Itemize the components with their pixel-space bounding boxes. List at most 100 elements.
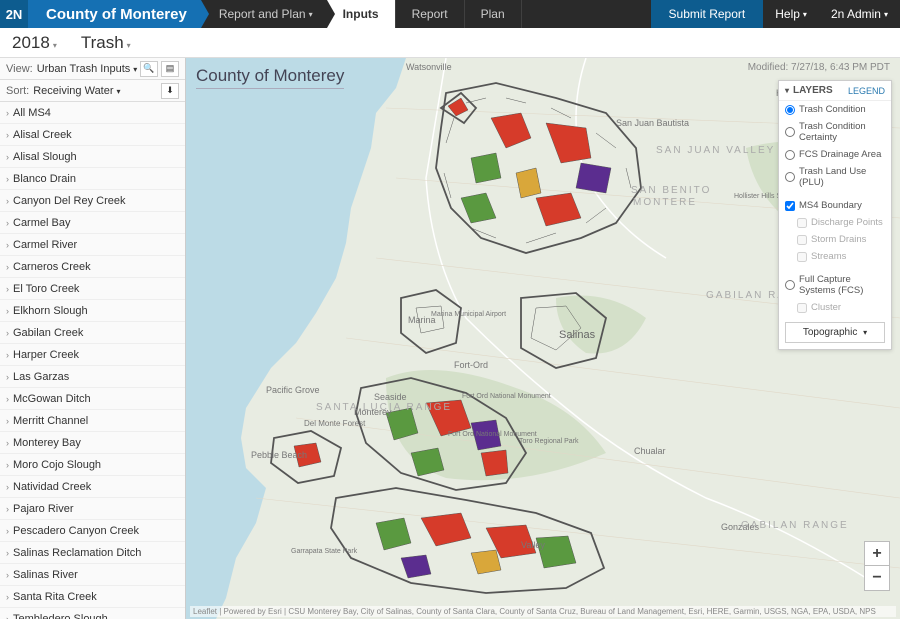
list-item-label: Monterey Bay bbox=[13, 437, 81, 449]
list-item[interactable]: ›Alisal Creek bbox=[0, 124, 185, 146]
list-item[interactable]: ›Carneros Creek bbox=[0, 256, 185, 278]
list-item-label: Alisal Slough bbox=[13, 151, 77, 163]
jurisdiction-crumb[interactable]: County of Monterey bbox=[28, 0, 201, 28]
chevron-right-icon: › bbox=[6, 614, 9, 619]
logo[interactable]: 2N bbox=[0, 0, 28, 28]
chevron-right-icon: › bbox=[6, 130, 9, 140]
basemap-selector[interactable]: Topographic ▾ bbox=[785, 322, 885, 343]
view-selector[interactable]: Urban Trash Inputs▾ bbox=[37, 63, 138, 75]
chevron-right-icon: › bbox=[6, 548, 9, 558]
list-item-label: Canyon Del Rey Creek bbox=[13, 195, 126, 207]
chevron-down-icon: ▾ bbox=[127, 41, 131, 50]
list-item-label: Gabilan Creek bbox=[13, 327, 83, 339]
chevron-right-icon: › bbox=[6, 218, 9, 228]
list-item[interactable]: ›Pajaro River bbox=[0, 498, 185, 520]
year-selector[interactable]: 2018▾ bbox=[12, 33, 57, 53]
chevron-down-icon: ▾ bbox=[53, 41, 57, 50]
list-item[interactable]: › Harper Creek bbox=[0, 344, 185, 366]
chevron-right-icon: › bbox=[6, 262, 9, 272]
list-item[interactable]: ›Tembledero Slough bbox=[0, 608, 185, 619]
list-item[interactable]: ›Santa Rita Creek bbox=[0, 586, 185, 608]
help-menu[interactable]: Help▾ bbox=[763, 0, 819, 28]
chevron-down-icon: ▾ bbox=[803, 10, 807, 19]
layer-check[interactable]: Discharge Points bbox=[779, 214, 891, 231]
user-menu[interactable]: 2n Admin▾ bbox=[819, 0, 900, 28]
list-item[interactable]: ›Pescadero Canyon Creek bbox=[0, 520, 185, 542]
layer-check[interactable]: Storm Drains bbox=[779, 231, 891, 248]
list-item[interactable]: ›Natividad Creek bbox=[0, 476, 185, 498]
map-container[interactable]: County of Monterey Modified: 7/27/18, 6:… bbox=[186, 58, 900, 619]
svg-text:SANTA LUCIA RANGE: SANTA LUCIA RANGE bbox=[316, 402, 452, 413]
layer-check[interactable]: Streams bbox=[779, 248, 891, 265]
tab-inputs[interactable]: Inputs bbox=[327, 0, 396, 28]
chevron-right-icon: › bbox=[6, 460, 9, 470]
list-item-label: Pescadero Canyon Creek bbox=[13, 525, 139, 537]
list-item-label: Elkhorn Slough bbox=[13, 305, 88, 317]
list-item[interactable]: ›All MS4 bbox=[0, 102, 185, 124]
list-item[interactable]: ›Gabilan Creek bbox=[0, 322, 185, 344]
list-item-label: El Toro Creek bbox=[13, 283, 79, 295]
svg-text:Fort Ord National Monument: Fort Ord National Monument bbox=[462, 393, 551, 400]
tab-plan[interactable]: Plan bbox=[465, 0, 522, 28]
sidebar: View: Urban Trash Inputs▾ 🔍 ▤ Sort: Rece… bbox=[0, 58, 186, 619]
layer-check[interactable]: MS4 Boundary bbox=[779, 197, 891, 214]
chevron-right-icon: › bbox=[6, 394, 9, 404]
layer-radio[interactable]: Trash Condition bbox=[779, 101, 891, 118]
svg-text:Salinas: Salinas bbox=[559, 329, 596, 341]
list-item-label: McGowan Ditch bbox=[13, 393, 91, 405]
list-item[interactable]: ›Alisal Slough bbox=[0, 146, 185, 168]
list-item-label: Blanco Drain bbox=[13, 173, 76, 185]
chevron-right-icon: › bbox=[6, 284, 9, 294]
list-item[interactable]: ›Carmel Bay bbox=[0, 212, 185, 234]
chevron-right-icon: › bbox=[6, 570, 9, 580]
layer-radio[interactable]: Trash Condition Certainty bbox=[779, 118, 891, 146]
list-item[interactable]: › Monterey Bay bbox=[0, 432, 185, 454]
filter-icon[interactable]: ▤ bbox=[161, 61, 179, 77]
svg-text:Valley: Valley bbox=[521, 540, 545, 550]
layer-fcs[interactable]: Full Capture Systems (FCS) bbox=[779, 271, 891, 299]
list-item-label: Pajaro River bbox=[13, 503, 74, 515]
zoom-out-button[interactable]: − bbox=[865, 566, 889, 590]
chevron-right-icon: › bbox=[6, 306, 9, 316]
svg-text:Pebble Beach: Pebble Beach bbox=[251, 450, 307, 460]
list-item[interactable]: ›Merritt Channel bbox=[0, 410, 185, 432]
chevron-down-icon: ▾ bbox=[884, 10, 888, 19]
list-item-label: Salinas Reclamation Ditch bbox=[13, 547, 141, 559]
search-icon[interactable]: 🔍 bbox=[140, 61, 158, 77]
list-item[interactable]: ›Moro Cojo Slough bbox=[0, 454, 185, 476]
list-item[interactable]: ›Salinas River bbox=[0, 564, 185, 586]
svg-text:Toro Regional Park: Toro Regional Park bbox=[519, 438, 579, 445]
category-selector[interactable]: Trash▾ bbox=[81, 33, 131, 53]
list-item[interactable]: › McGowan Ditch bbox=[0, 388, 185, 410]
sort-selector[interactable]: Receiving Water▾ bbox=[33, 85, 120, 97]
list-item[interactable]: › El Toro Creek bbox=[0, 278, 185, 300]
list-item[interactable]: › Elkhorn Slough bbox=[0, 300, 185, 322]
legend-link[interactable]: LEGEND bbox=[848, 86, 885, 96]
list-item[interactable]: ›Carmel River bbox=[0, 234, 185, 256]
list-item-label: Las Garzas bbox=[13, 371, 69, 383]
chevron-down-icon[interactable]: ▾ bbox=[785, 86, 789, 95]
chevron-right-icon: › bbox=[6, 416, 9, 426]
svg-text:Seaside: Seaside bbox=[374, 392, 407, 402]
list-item[interactable]: › Las Garzas bbox=[0, 366, 185, 388]
zoom-in-button[interactable]: + bbox=[865, 542, 889, 566]
receiving-water-list[interactable]: ›All MS4›Alisal Creek›Alisal Slough›Blan… bbox=[0, 102, 185, 619]
layer-radio[interactable]: FCS Drainage Area bbox=[779, 146, 891, 163]
chevron-right-icon: › bbox=[6, 372, 9, 382]
svg-text:Del Monte Forest: Del Monte Forest bbox=[304, 419, 366, 428]
tab-report[interactable]: Report bbox=[396, 0, 465, 28]
list-item-label: Harper Creek bbox=[13, 349, 79, 361]
layer-cluster[interactable]: Cluster bbox=[779, 299, 891, 316]
download-icon[interactable]: ⬇ bbox=[161, 83, 179, 99]
list-item[interactable]: ›Blanco Drain bbox=[0, 168, 185, 190]
list-item[interactable]: › Salinas Reclamation Ditch bbox=[0, 542, 185, 564]
report-plan-crumb[interactable]: Report and Plan▾ bbox=[201, 0, 327, 28]
svg-text:Fort-Ord: Fort-Ord bbox=[454, 360, 488, 370]
view-label: View: bbox=[6, 63, 33, 75]
layer-radio[interactable]: Trash Land Use (PLU) bbox=[779, 163, 891, 191]
chevron-right-icon: › bbox=[6, 350, 9, 360]
list-item[interactable]: ›Canyon Del Rey Creek bbox=[0, 190, 185, 212]
chevron-right-icon: › bbox=[6, 438, 9, 448]
svg-text:MONTERE: MONTERE bbox=[633, 197, 697, 208]
submit-report-button[interactable]: Submit Report bbox=[651, 0, 764, 28]
